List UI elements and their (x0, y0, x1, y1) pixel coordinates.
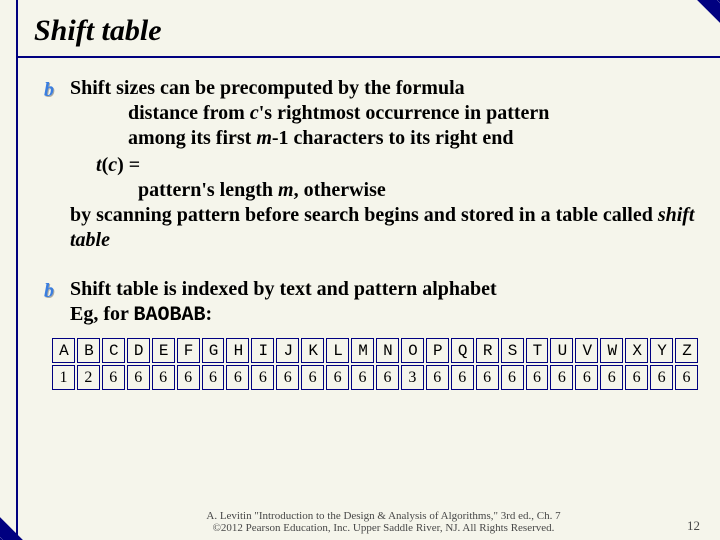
table-cell: B (77, 338, 100, 363)
bullet-icon: b (44, 78, 60, 253)
slide-title: Shift table (0, 0, 720, 56)
bullet-2-eg: Eg, for BAOBAB: (70, 302, 700, 328)
table-cell: Z (675, 338, 698, 363)
table-cell: N (376, 338, 399, 363)
table-cell: H (226, 338, 249, 363)
bullet-1-indent3: pattern's length m, otherwise (138, 178, 700, 203)
table-cell: L (326, 338, 349, 363)
bullet-1-tc: t(c) = (96, 153, 700, 178)
table-cell: 6 (251, 365, 274, 390)
table-cell: 6 (650, 365, 673, 390)
table-cell: K (301, 338, 324, 363)
table-cell: 6 (501, 365, 524, 390)
bullet-1-indent1: distance from c's rightmost occurrence i… (128, 101, 700, 126)
table-cell: D (127, 338, 150, 363)
table-cell: 6 (276, 365, 299, 390)
table-cell: 6 (675, 365, 698, 390)
table-cell: 6 (301, 365, 324, 390)
table-cell: 6 (476, 365, 499, 390)
bullet-1-text: Shift sizes can be precomputed by the fo… (70, 76, 700, 253)
bullet-1-tail: by scanning pattern before search begins… (70, 203, 700, 253)
bullet-1-indent2: among its first m-1 characters to its ri… (128, 126, 700, 151)
table-cell: 1 (52, 365, 75, 390)
frame-top-line (16, 56, 720, 58)
footer: A. Levitin "Introduction to the Design &… (80, 510, 700, 534)
shift-table: A B C D E F G H I J K L M N O P Q R S T (50, 336, 700, 392)
corner-stripes-top-right (648, 0, 720, 72)
bullet-icon: b (44, 279, 60, 328)
table-cell: C (102, 338, 125, 363)
bullet-2-text: Shift table is indexed by text and patte… (70, 277, 700, 328)
corner-stripes-bottom-left (0, 468, 72, 540)
table-cell: X (625, 338, 648, 363)
table-cell: 6 (177, 365, 200, 390)
table-cell: P (426, 338, 449, 363)
table-cell: V (575, 338, 598, 363)
table-cell: 6 (127, 365, 150, 390)
table-cell: 6 (226, 365, 249, 390)
bullet-2: b Shift table is indexed by text and pat… (44, 277, 700, 328)
table-cell: O (401, 338, 424, 363)
page-number: 12 (687, 518, 700, 534)
frame-left-line (16, 0, 18, 540)
table-cell: I (251, 338, 274, 363)
footer-citation: A. Levitin "Introduction to the Design &… (206, 510, 560, 534)
table-cell: S (501, 338, 524, 363)
table-cell: 2 (77, 365, 100, 390)
table-cell: 6 (326, 365, 349, 390)
table-cell: 6 (600, 365, 623, 390)
table-cell: 6 (202, 365, 225, 390)
table-cell: 6 (575, 365, 598, 390)
table-cell: 6 (351, 365, 374, 390)
table-cell: 6 (102, 365, 125, 390)
bullet-1-lead: Shift sizes can be precomputed by the fo… (70, 76, 700, 101)
table-cell: F (177, 338, 200, 363)
table-cell: 6 (152, 365, 175, 390)
table-cell: U (550, 338, 573, 363)
table-cell: T (526, 338, 549, 363)
table-cell: 6 (550, 365, 573, 390)
table-cell: Y (650, 338, 673, 363)
table-cell: R (476, 338, 499, 363)
shift-table-values-row: 1 2 6 6 6 6 6 6 6 6 6 6 6 6 3 6 6 6 6 6 (52, 365, 698, 390)
table-cell: J (276, 338, 299, 363)
table-cell: 6 (426, 365, 449, 390)
table-cell: M (351, 338, 374, 363)
table-cell: E (152, 338, 175, 363)
table-cell: 6 (451, 365, 474, 390)
bullet-1: b Shift sizes can be precomputed by the … (44, 76, 700, 253)
table-cell: A (52, 338, 75, 363)
table-cell: 3 (401, 365, 424, 390)
table-cell: W (600, 338, 623, 363)
table-cell: 6 (625, 365, 648, 390)
slide: Shift table b Shift sizes can be precomp… (0, 0, 720, 540)
table-cell: 6 (526, 365, 549, 390)
table-cell: G (202, 338, 225, 363)
shift-table-labels-row: A B C D E F G H I J K L M N O P Q R S T (52, 338, 698, 363)
table-cell: Q (451, 338, 474, 363)
table-cell: 6 (376, 365, 399, 390)
bullet-2-lead: Shift table is indexed by text and patte… (70, 277, 700, 302)
slide-content: b Shift sizes can be precomputed by the … (44, 76, 700, 392)
